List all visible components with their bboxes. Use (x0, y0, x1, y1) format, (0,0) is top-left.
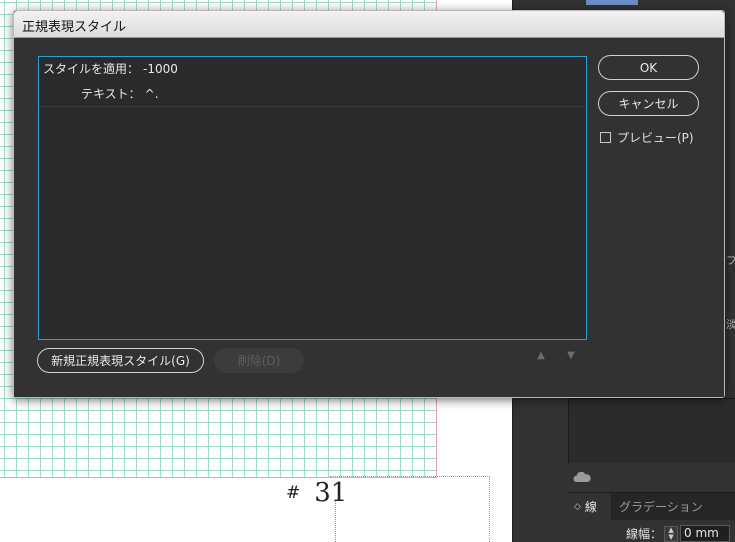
tab-collapse-icon[interactable]: ◇ (574, 502, 581, 512)
stepper-icon[interactable]: ▲ ▼ (664, 525, 679, 542)
list-item-label: テキスト： (81, 87, 141, 101)
stroke-width-row: 線幅： ▲ ▼ 0 mm (626, 525, 731, 542)
tab-gradient[interactable]: グラデーション (611, 493, 711, 520)
page-marker: # (286, 483, 301, 503)
page-number-text: #31 (286, 478, 347, 508)
panel-edge-text: フ (726, 254, 735, 267)
creative-cloud-icon[interactable] (572, 470, 592, 484)
tab-stroke-label: 線 (584, 500, 597, 514)
new-grep-style-button[interactable]: 新規正規表現スタイル(G) (37, 348, 204, 373)
dialog-title: 正規表現スタイル (22, 20, 127, 35)
cancel-button[interactable]: キャンセル (598, 91, 699, 116)
grep-style-dialog: 正規表現スタイル スタイルを適用： -1000 テキスト： ^. OK キャンセル … (13, 10, 725, 398)
move-up-icon[interactable]: ▲ (534, 349, 548, 363)
list-item-value: ^. (144, 87, 159, 101)
ok-button[interactable]: OK (598, 55, 699, 80)
stroke-width-label: 線幅： (626, 527, 663, 541)
frame-edge-right (489, 476, 490, 542)
dialog-titlebar[interactable]: 正規表現スタイル (14, 11, 724, 38)
delete-button[interactable]: 削除(D) (214, 348, 304, 373)
preview-checkbox[interactable] (600, 131, 611, 143)
panel-edge-text: 淡 (726, 318, 735, 331)
frame-edge-top (330, 476, 490, 477)
swatch-strip (586, 0, 638, 5)
page-number: 31 (314, 478, 348, 508)
tab-stroke[interactable]: ◇ 線 (568, 493, 611, 520)
panel-content-area (568, 398, 735, 463)
list-item-label: スタイルを適用： (43, 62, 140, 76)
stroke-width-input[interactable]: 0 mm (680, 525, 731, 542)
grep-style-list[interactable]: スタイルを適用： -1000 テキスト： ^. (38, 56, 587, 340)
document-pasteboard (0, 479, 512, 542)
stroke-panel-tabs: ◇ 線 グラデーション (568, 492, 735, 520)
tab-gradient-label: グラデーション (618, 500, 703, 514)
preview-checkbox-row[interactable]: プレビュー(P) (600, 128, 694, 146)
move-down-icon[interactable]: ▼ (564, 349, 578, 363)
list-item-apply-style[interactable]: スタイルを適用： -1000 (39, 57, 586, 82)
list-item-text[interactable]: テキスト： ^. (39, 82, 586, 107)
preview-label: プレビュー(P) (617, 130, 694, 145)
list-item-value: -1000 (143, 62, 178, 76)
